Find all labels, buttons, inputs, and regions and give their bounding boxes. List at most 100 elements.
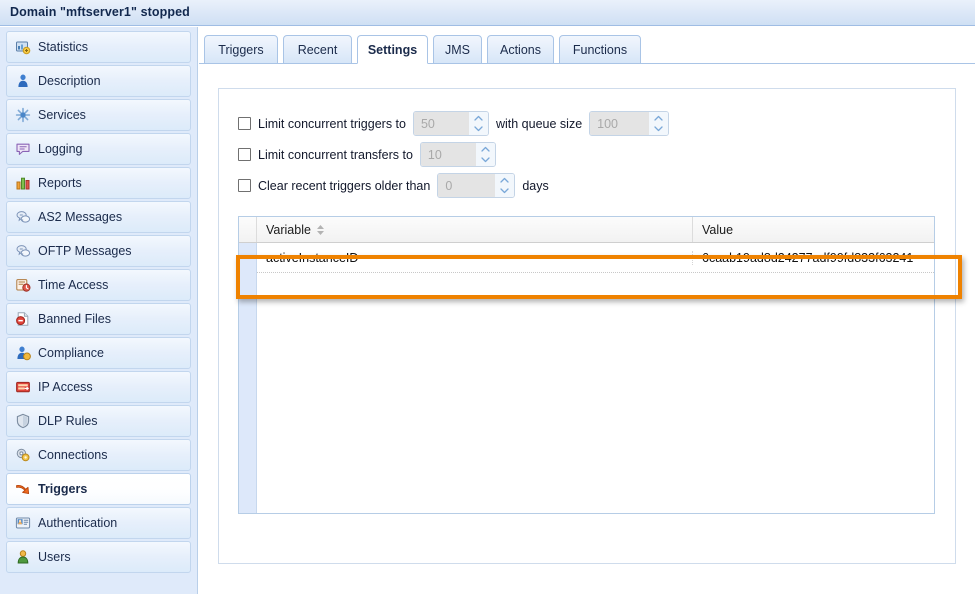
spinner-up-icon[interactable] [649, 112, 668, 124]
sidebar-nav: Statistics Description Services Logging Repo… [0, 27, 198, 594]
sidebar-item-label: Connections [38, 448, 108, 462]
page-title: Domain "mftserver1" stopped [10, 5, 190, 19]
compliance-icon [15, 345, 31, 361]
spinner-limit-triggers-value[interactable]: 50 [414, 112, 454, 135]
sidebar-item-oftp-messages[interactable]: OFTP Messages [6, 235, 191, 267]
sidebar-item-label: DLP Rules [38, 414, 98, 428]
table-cell-variable: activeInstanceID [257, 251, 693, 265]
spinner-limit-transfers-pad [461, 143, 476, 166]
tab-settings[interactable]: Settings [357, 35, 428, 64]
main-content: TriggersRecentSettingsJMSActionsFunction… [199, 27, 975, 594]
spinner-down-icon[interactable] [649, 124, 668, 136]
checkbox-limit-concurrent-transfers[interactable] [238, 148, 251, 161]
sidebar-item-label: IP Access [38, 380, 93, 394]
tab-bar: TriggersRecentSettingsJMSActionsFunction… [199, 35, 975, 64]
option-row-limit-transfers: Limit concurrent transfers to 10 [238, 142, 496, 167]
table-header-row: Variable Value [239, 217, 934, 243]
sidebar-item-as2-messages[interactable]: AS2 Messages [6, 201, 191, 233]
tab-functions[interactable]: Functions [559, 35, 641, 64]
sidebar-item-users[interactable]: Users [6, 541, 191, 573]
label-limit-concurrent-transfers: Limit concurrent transfers to [258, 148, 413, 162]
reports-icon [15, 175, 31, 191]
sidebar-item-connections[interactable]: Connections [6, 439, 191, 471]
spinner-queue-size[interactable]: 100 [589, 111, 669, 136]
dlp-rules-icon [15, 413, 31, 429]
sidebar-item-services[interactable]: Services [6, 99, 191, 131]
sidebar-item-label: Logging [38, 142, 83, 156]
spinner-queue-size-value[interactable]: 100 [590, 112, 636, 135]
spinner-limit-transfers[interactable]: 10 [420, 142, 496, 167]
sidebar-item-compliance[interactable]: Compliance [6, 337, 191, 369]
spinner-limit-triggers-pad [454, 112, 469, 135]
spinner-limit-transfers-value[interactable]: 10 [421, 143, 461, 166]
label-with-queue-size: with queue size [496, 117, 582, 131]
table-header-variable[interactable]: Variable [257, 217, 693, 242]
spinner-limit-triggers[interactable]: 50 [413, 111, 489, 136]
sidebar-item-label: Services [38, 108, 86, 122]
users-icon [15, 549, 31, 565]
table-header-variable-label: Variable [266, 223, 311, 237]
spinner-clear-recent-days-pad [480, 174, 495, 197]
sort-arrows-icon[interactable] [316, 224, 325, 236]
spinner-queue-size-pad [636, 112, 649, 135]
spinner-clear-recent-days[interactable]: 0 [437, 173, 515, 198]
label-days-unit: days [522, 179, 548, 193]
spinner-clear-recent-days-value[interactable]: 0 [438, 174, 480, 197]
sidebar-item-label: Users [38, 550, 71, 564]
table-row-select-strip[interactable] [239, 243, 257, 514]
variables-table: Variable Value activeInstanceI [238, 216, 935, 514]
sidebar-item-banned-files[interactable]: Banned Files [6, 303, 191, 335]
sidebar-item-dlp-rules[interactable]: DLP Rules [6, 405, 191, 437]
sidebar-item-label: Time Access [38, 278, 108, 292]
sidebar-item-reports[interactable]: Reports [6, 167, 191, 199]
option-row-limit-triggers: Limit concurrent triggers to 50 with que… [238, 111, 669, 136]
banned-files-icon [15, 311, 31, 327]
table-header-value[interactable]: Value [693, 217, 934, 242]
as2-messages-icon [15, 209, 31, 225]
spinner-down-icon[interactable] [495, 186, 514, 198]
spinner-up-icon[interactable] [476, 143, 495, 155]
sidebar-item-description[interactable]: Description [6, 65, 191, 97]
window-title-bar: Domain "mftserver1" stopped [0, 0, 975, 26]
description-icon [15, 73, 31, 89]
settings-panel: Limit concurrent triggers to 50 with que… [218, 88, 956, 564]
tab-actions[interactable]: Actions [487, 35, 554, 64]
table-row[interactable]: activeInstanceID 6caab19ad8d24277adf99fd… [257, 243, 934, 273]
sidebar-item-logging[interactable]: Logging [6, 133, 191, 165]
sidebar-item-label: Description [38, 74, 101, 88]
spinner-down-icon[interactable] [469, 124, 488, 136]
spinner-queue-size-buttons[interactable] [649, 112, 668, 135]
tab-triggers[interactable]: Triggers [204, 35, 278, 64]
authentication-icon [15, 515, 31, 531]
sidebar-item-triggers[interactable]: Triggers [6, 473, 191, 505]
sidebar-item-label: Compliance [38, 346, 104, 360]
spinner-limit-triggers-buttons[interactable] [469, 112, 488, 135]
spinner-limit-transfers-buttons[interactable] [476, 143, 495, 166]
services-icon [15, 107, 31, 123]
checkbox-clear-recent-triggers[interactable] [238, 179, 251, 192]
sidebar-item-statistics[interactable]: Statistics [6, 31, 191, 63]
spinner-up-icon[interactable] [495, 174, 514, 186]
triggers-icon [15, 481, 31, 497]
sidebar-item-time-access[interactable]: Time Access [6, 269, 191, 301]
spinner-down-icon[interactable] [476, 155, 495, 167]
sidebar-item-label: Banned Files [38, 312, 111, 326]
label-limit-concurrent-triggers: Limit concurrent triggers to [258, 117, 406, 131]
sidebar-item-ip-access[interactable]: IP Access [6, 371, 191, 403]
checkbox-limit-concurrent-triggers[interactable] [238, 117, 251, 130]
sidebar-item-authentication[interactable]: Authentication [6, 507, 191, 539]
sidebar-item-label: Statistics [38, 40, 88, 54]
sidebar-item-label: OFTP Messages [38, 244, 132, 258]
spinner-clear-recent-days-buttons[interactable] [495, 174, 514, 197]
connections-icon [15, 447, 31, 463]
tab-jms[interactable]: JMS [433, 35, 482, 64]
time-access-icon [15, 277, 31, 293]
table-body: activeInstanceID 6caab19ad8d24277adf99fd… [239, 243, 934, 513]
tab-recent[interactable]: Recent [283, 35, 352, 64]
spinner-up-icon[interactable] [469, 112, 488, 124]
ip-access-icon [15, 379, 31, 395]
label-clear-recent-triggers: Clear recent triggers older than [258, 179, 430, 193]
table-header-value-label: Value [702, 223, 733, 237]
logging-icon [15, 141, 31, 157]
sidebar-item-label: Triggers [38, 482, 87, 496]
